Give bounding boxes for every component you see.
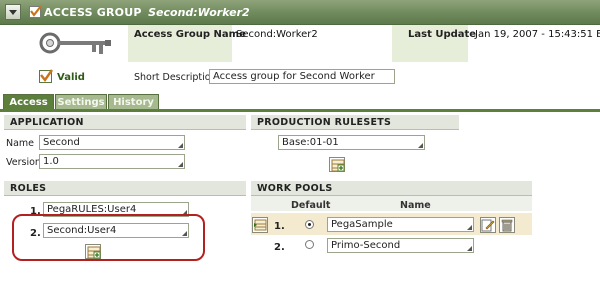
- header-subtitle: Second:Worker2: [148, 6, 250, 19]
- insert-row-icon[interactable]: [252, 217, 268, 233]
- work-pool-number-1: 1.: [274, 221, 285, 232]
- work-pool-default-radio-1[interactable]: [305, 220, 314, 229]
- valid-checkbox[interactable]: [39, 69, 53, 83]
- work-pools-section-header: WORK POOLS: [251, 181, 532, 196]
- ruleset-input-1[interactable]: Base:01-01: [278, 135, 425, 150]
- tab-history[interactable]: History: [108, 94, 159, 110]
- access-group-name-value: Second:Worker2: [236, 29, 318, 40]
- work-pool-input-1[interactable]: PegaSample: [327, 217, 474, 232]
- work-pool-number-2: 2.: [274, 242, 285, 253]
- header-title: ACCESS GROUP: [44, 6, 142, 19]
- production-rulesets-section-header: PRODUCTION RULESETS: [251, 115, 459, 130]
- work-pools-default-column-header: Default: [291, 200, 331, 211]
- application-version-label: Version: [6, 157, 41, 168]
- tab-underline: [0, 109, 600, 112]
- valid-label: Valid: [57, 72, 85, 83]
- roles-highlight-annotation: [12, 214, 205, 261]
- tab-settings[interactable]: Settings: [55, 94, 107, 110]
- collapse-toggle-icon[interactable]: [5, 4, 21, 20]
- header-checkbox-icon: [29, 5, 42, 18]
- name-label-cell-bottom: [128, 44, 232, 62]
- short-description-label: Short Description: [134, 72, 217, 83]
- edit-work-pool-icon[interactable]: [480, 217, 496, 233]
- application-name-input[interactable]: Second: [39, 135, 185, 150]
- short-description-input[interactable]: Access group for Second Worker: [209, 69, 395, 84]
- roles-section-header: ROLES: [4, 181, 246, 196]
- update-label-cell-bottom: [392, 44, 468, 62]
- application-section-header: APPLICATION: [4, 115, 246, 130]
- add-ruleset-icon[interactable]: [329, 157, 345, 172]
- access-group-name-label: Access Group Name: [134, 29, 246, 40]
- work-pools-name-column-header: Name: [400, 200, 431, 211]
- tab-access[interactable]: Access: [3, 94, 54, 110]
- header-bar: ACCESS GROUP Second:Worker2: [0, 0, 600, 25]
- key-icon: [36, 28, 120, 60]
- delete-work-pool-icon[interactable]: [499, 217, 515, 233]
- application-name-label: Name: [6, 138, 35, 149]
- work-pool-input-2[interactable]: Primo-Second: [327, 238, 474, 253]
- work-pool-default-radio-2[interactable]: [305, 240, 314, 249]
- last-update-label: Last Update: [408, 29, 477, 40]
- application-version-input[interactable]: 1.0: [39, 154, 185, 169]
- last-update-value: Jan 19, 2007 - 15:43:51 EST: [475, 29, 600, 40]
- page-title: ACCESS GROUP Second:Worker2: [44, 6, 250, 19]
